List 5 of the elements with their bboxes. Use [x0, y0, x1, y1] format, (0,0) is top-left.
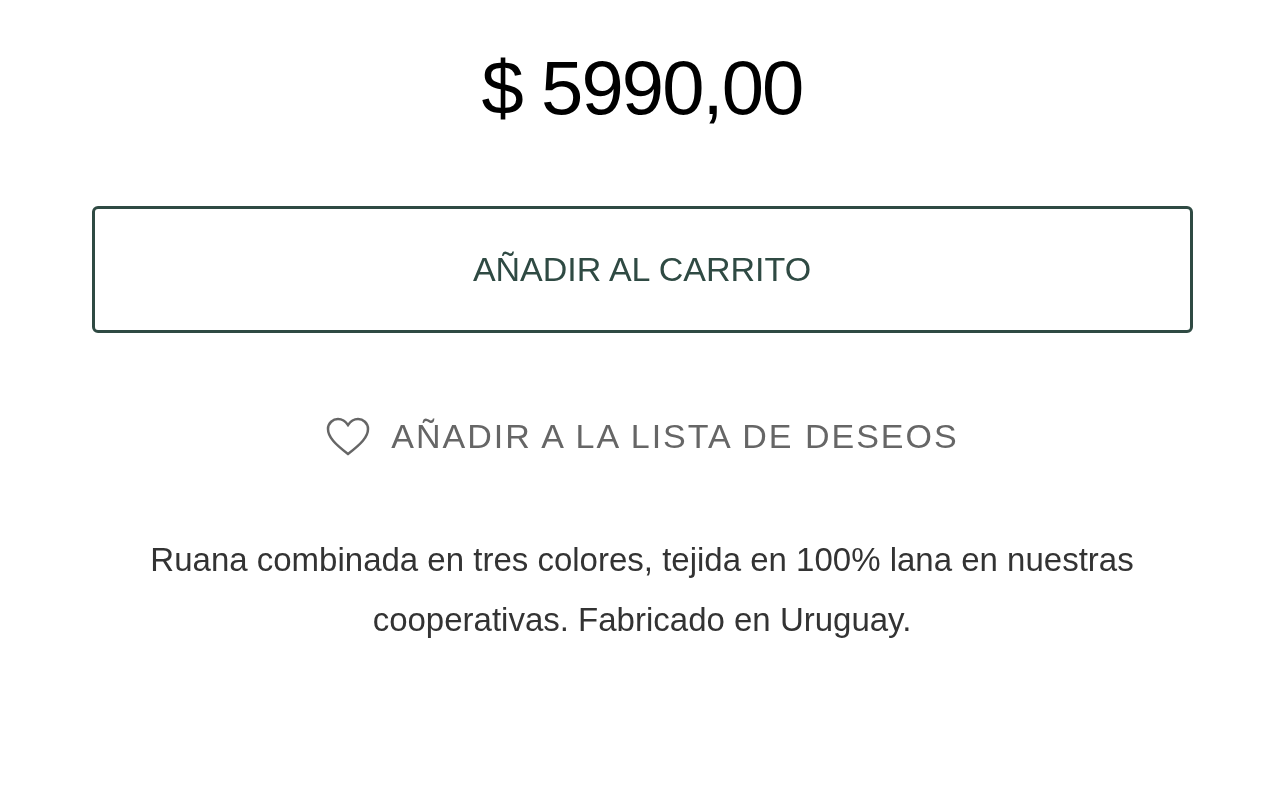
add-to-cart-button[interactable]: AÑADIR AL CARRITO: [91, 206, 1193, 333]
price: $ 5990,00: [481, 44, 803, 132]
wishlist-button[interactable]: AÑADIR A LA LISTA DE DESEOS: [325, 411, 959, 462]
heart-icon: [325, 416, 372, 457]
product-description: Ruana combinada en tres colores, tejida en 100% lana en nuestras cooperativas. Fabricado en Uruguay.: [149, 540, 1135, 640]
